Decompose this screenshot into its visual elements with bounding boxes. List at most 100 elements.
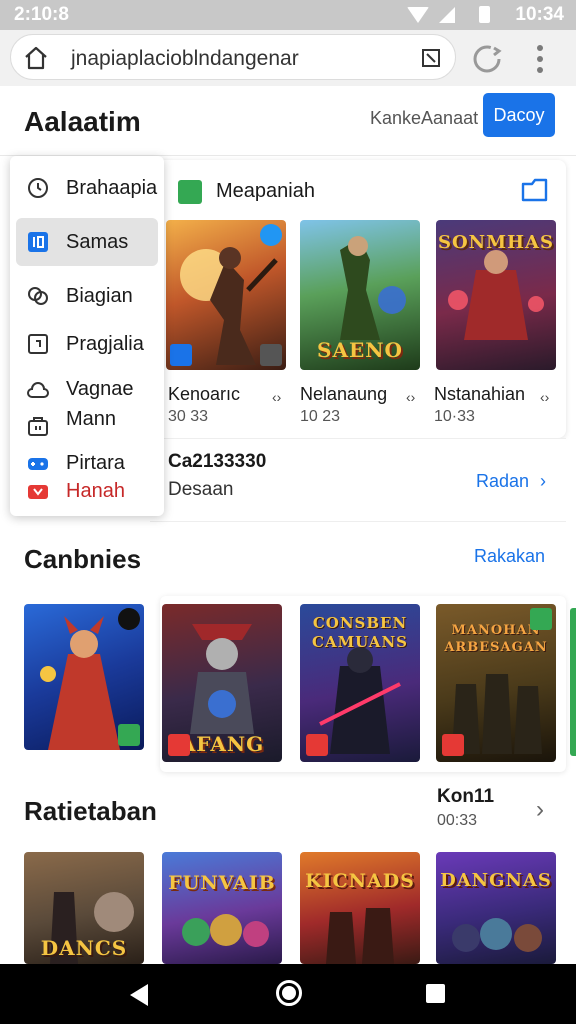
header-link[interactable]: KankeAanaat [370, 108, 478, 129]
home-icon[interactable] [23, 45, 49, 71]
game-title-art: SAENO [317, 338, 403, 362]
game-tile[interactable]: DANGNAS [436, 852, 556, 964]
info-subtitle: Desaan [168, 479, 234, 500]
gamepad-icon [28, 458, 48, 470]
featured-title: Meapaniah [216, 180, 315, 202]
featured-tile-name-2: Nelanaung [300, 384, 388, 404]
bag-icon [28, 417, 48, 436]
category-dropdown: Brahaapia Samas Biagian Pragjalia Vagnae… [10, 156, 164, 516]
game-title-art: SONMHAS [437, 232, 555, 253]
dropdown-item-label: Pirtara [66, 452, 125, 474]
game-badge-icon [170, 344, 192, 366]
game-badge-icon [442, 734, 464, 756]
overflow-menu-icon[interactable] [530, 42, 550, 76]
video-icon [28, 485, 48, 499]
game-tile[interactable] [24, 604, 144, 750]
page-header: Aalaatim KankeAanaat Dacoy [0, 86, 576, 156]
info-row[interactable]: Ca2133330 Desaan Radan › [150, 438, 566, 522]
cloud-icon [27, 382, 49, 398]
status-time-left: 2:10:8 [14, 4, 69, 25]
status-icons [407, 6, 490, 23]
dropdown-item-active[interactable]: Samas [16, 218, 158, 266]
dropdown-item-label: Pragjalia [66, 333, 144, 355]
dropdown-item-label: Biagian [66, 285, 133, 307]
status-bar: 2:10:8 10:34 [0, 0, 576, 30]
info-link[interactable]: Radan [476, 471, 529, 492]
reload-icon[interactable] [470, 42, 504, 76]
featured-tile-name-1: Kenoarıc [168, 384, 241, 404]
game-badge-icon [118, 608, 140, 630]
dropdown-item[interactable]: Pragjalia [16, 320, 158, 368]
chevron-right-icon[interactable]: › [536, 796, 544, 824]
game-art-squad [452, 918, 542, 952]
dropdown-item-label: Brahaapia [66, 177, 158, 199]
game-title-art: CONSBEN CAMUANS [312, 614, 408, 651]
blue-app-icon [28, 232, 48, 252]
tabs-icon[interactable] [421, 48, 441, 68]
game-badge-icon [260, 344, 282, 366]
dropdown-item-label: Mann [66, 408, 117, 430]
game-tile[interactable]: MANOHAN ARBESAGAN [436, 604, 556, 762]
home-button-icon[interactable] [276, 980, 302, 1006]
dropdown-item-label: Vagnae [66, 378, 134, 400]
back-icon[interactable] [130, 984, 148, 1006]
battery-icon [479, 6, 490, 23]
game-tile[interactable]: FUNVAIB [162, 852, 282, 964]
store-icon [178, 180, 202, 204]
dropdown-item-label: Samas [66, 231, 129, 253]
url-text[interactable]: jnapiaplacioblndangenar [71, 47, 299, 71]
game-badge-icon [530, 608, 552, 630]
featured-game-tile-2[interactable]: SAENO [300, 220, 420, 370]
header-primary-button[interactable]: Dacoy [483, 93, 555, 137]
game-tile[interactable]: CONSBEN CAMUANS [300, 604, 420, 762]
folder-icon[interactable] [520, 176, 550, 204]
game-badge-icon [168, 734, 190, 756]
signal-icon [439, 6, 455, 23]
square-icon [28, 334, 48, 354]
game-art-party [182, 914, 269, 947]
status-time-right: 10:34 [515, 4, 564, 25]
featured-game-tile-1[interactable] [166, 220, 286, 370]
dropdown-item[interactable]: Brahaapia [16, 164, 158, 212]
featured-tile-sub-2: 10 23 [300, 408, 341, 425]
section-meta-title: Kon11 [437, 786, 495, 807]
chevron-right-icon[interactable]: › [540, 471, 546, 492]
chevron-icon: ‹› [406, 389, 416, 405]
section-title: Canbnies [24, 544, 142, 574]
featured-tile-sub-1: 30 33 [168, 408, 209, 425]
game-tile[interactable]: KICNADS [300, 852, 420, 964]
wifi-icon [407, 6, 429, 23]
scroll-peek-tile [570, 608, 576, 756]
section-title: Ratietaban [24, 796, 157, 826]
chevron-icon: ‹› [272, 389, 282, 405]
browser-toolbar: jnapiaplacioblndangenar [0, 30, 576, 86]
section-see-all-link[interactable]: Rakakan [474, 546, 545, 567]
game-badge-icon [260, 224, 282, 246]
game-title-art: DANCS [40, 936, 128, 960]
page-title: Aalaatim [24, 106, 141, 137]
game-badge-icon [118, 724, 140, 746]
game-tile[interactable]: DANCS [24, 852, 144, 964]
featured-game-tile-3[interactable]: SONMHAS [436, 220, 556, 370]
link-icon [28, 287, 48, 305]
featured-tile-sub-3: 10·33 [434, 408, 475, 425]
address-bar[interactable]: jnapiaplacioblndangenar [10, 34, 456, 80]
dropdown-item[interactable]: Vagnae Mann [16, 368, 158, 436]
system-nav-bar [0, 964, 576, 1024]
game-tile[interactable]: AFANG [162, 604, 282, 762]
game-title-art: DANGNAS [440, 870, 552, 891]
clock-icon [28, 178, 48, 198]
featured-tile-name-3: Nstanahian [434, 384, 526, 404]
dropdown-item-label: Hanah [66, 480, 125, 502]
section-meta-subtitle: 00:33 [437, 812, 478, 829]
game-art-heroes [326, 908, 394, 964]
info-title: Ca2133330 [168, 451, 267, 472]
chevron-icon: ‹› [540, 389, 550, 405]
dropdown-item[interactable]: Pirtara Hanah [16, 444, 158, 506]
game-title-art: KICNADS [305, 870, 415, 892]
featured-card: Meapaniah SAENO SONMHAS Kenoarıc ‹› 30 3… [150, 160, 566, 438]
recents-icon[interactable] [426, 984, 445, 1003]
game-title-art: FUNVAIB [168, 872, 276, 894]
dropdown-item[interactable]: Biagian [16, 272, 158, 320]
game-badge-icon [306, 734, 328, 756]
